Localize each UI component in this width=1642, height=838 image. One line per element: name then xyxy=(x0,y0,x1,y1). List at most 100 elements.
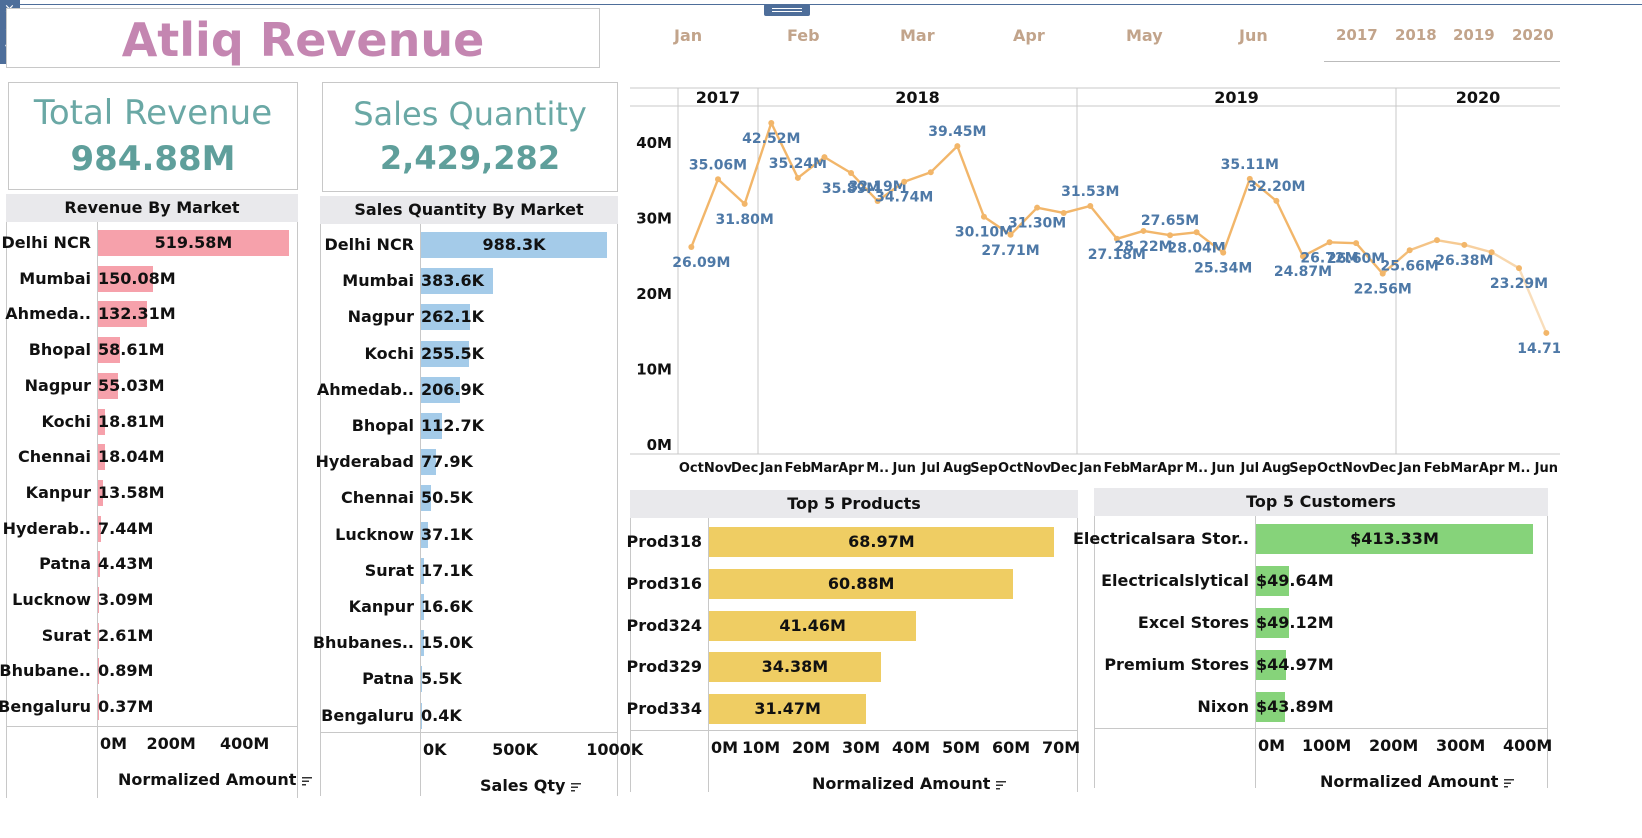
year-filter-item[interactable]: 2017 xyxy=(1336,26,1378,44)
trend-point xyxy=(1273,197,1280,204)
trend-data-label: 22.56M xyxy=(1354,282,1412,298)
product-row-label: Prod329 xyxy=(626,657,702,677)
year-filter-item[interactable]: 2020 xyxy=(1512,26,1554,44)
market-row-value: 4.43M xyxy=(98,554,154,574)
total-revenue-value: 984.88M xyxy=(70,139,236,179)
trend-data-label: 26.60M xyxy=(1327,251,1385,267)
axis-title-text: Sales Qty xyxy=(480,776,566,795)
trend-point xyxy=(794,174,801,181)
trend-line-segment xyxy=(717,178,746,205)
title-box: Atliq Revenue xyxy=(6,8,600,68)
sort-icon[interactable] xyxy=(996,780,1007,790)
axis-tick-label: 200M xyxy=(1369,736,1419,755)
customer-row-label: Excel Stores xyxy=(1137,613,1249,632)
month-filter-item[interactable]: May xyxy=(1126,26,1163,45)
top-handle[interactable] xyxy=(764,4,810,16)
trend-data-label: 30.10M xyxy=(955,225,1013,241)
month-filter-item[interactable]: Apr xyxy=(1013,26,1045,45)
trend-data-label: 27.71M xyxy=(981,243,1039,259)
sort-icon[interactable] xyxy=(302,776,313,786)
trend-point xyxy=(927,169,934,176)
product-row-value: 60.88M xyxy=(827,573,895,593)
trend-data-label: 31.80M xyxy=(716,212,774,228)
x-tick-label: Dec xyxy=(1050,461,1077,476)
axis-tick-label: 50M xyxy=(942,738,981,757)
trend-point xyxy=(1087,202,1094,209)
market-qty-row-label: Lucknow xyxy=(335,524,414,544)
month-filter-item[interactable]: Feb xyxy=(787,26,820,45)
market-row-value: 0.37M xyxy=(98,697,154,717)
trend-data-label: 26.09M xyxy=(672,255,730,271)
customer-row-value: $43.89M xyxy=(1256,697,1334,716)
market-row-value: 7.44M xyxy=(98,518,154,538)
trend-line-segment xyxy=(1036,206,1064,215)
trend-line-segment xyxy=(690,178,720,248)
trend-point xyxy=(1060,209,1067,216)
axis-baseline xyxy=(1094,728,1548,729)
x-tick-label: Jul xyxy=(1240,461,1260,476)
year-header: 2017 xyxy=(696,88,741,107)
trend-point xyxy=(980,213,987,220)
x-tick-label: Jun xyxy=(892,461,916,476)
month-filter-item[interactable]: Jan xyxy=(674,26,702,45)
market-qty-row-label: Mumbai xyxy=(342,271,414,291)
trend-point xyxy=(1488,249,1495,256)
trend-line-segment xyxy=(1089,205,1118,240)
x-tick-label: Dec xyxy=(1369,461,1396,476)
product-row-value: 31.47M xyxy=(754,699,821,719)
axis-title: Normalized Amount xyxy=(1320,772,1515,791)
month-filter[interactable]: Jan Feb Mar Apr May Jun xyxy=(630,22,1310,52)
trend-line-segment xyxy=(1275,200,1305,257)
trend-line-segment xyxy=(1222,178,1251,254)
top-customers-title: Top 5 Customers xyxy=(1094,488,1548,516)
y-tick-label: 10M xyxy=(636,361,672,379)
x-tick-label: Nov xyxy=(1023,461,1052,476)
trend-point xyxy=(821,154,828,161)
trend-line-segment xyxy=(1464,243,1492,254)
qty-by-market-title: Sales Quantity By Market xyxy=(320,196,618,224)
year-filter-item[interactable]: 2019 xyxy=(1453,26,1495,44)
x-tick-label: Oct xyxy=(679,461,704,476)
axis-tick-label: 200M xyxy=(146,734,196,753)
total-revenue-label: Total Revenue xyxy=(33,93,273,133)
trend-point xyxy=(1034,204,1041,211)
trend-point xyxy=(768,119,775,126)
x-tick-label: Jan xyxy=(759,461,783,476)
page-title: Atliq Revenue xyxy=(121,13,485,67)
trend-line-segment xyxy=(1143,229,1171,237)
x-tick-label: Nov xyxy=(1342,461,1371,476)
top-products-panel: Top 5 Products Prod318 68.97M Prod316 60.88… xyxy=(626,490,1080,793)
year-filter-item[interactable]: 2018 xyxy=(1395,26,1437,44)
market-row-label: Bhopal xyxy=(28,340,91,360)
market-row-label: Delhi NCR xyxy=(1,233,91,252)
axis-tick-label: 300M xyxy=(1436,736,1486,755)
year-header: 2020 xyxy=(1456,88,1501,107)
month-filter-item[interactable]: Jun xyxy=(1239,26,1268,45)
x-tick-label: Mar xyxy=(1129,461,1158,476)
trend-point xyxy=(1516,265,1522,272)
x-tick-label: Dec xyxy=(731,461,758,476)
x-tick-label: Feb xyxy=(1104,461,1130,476)
axis-tick-label: 400M xyxy=(220,734,270,753)
panel-border xyxy=(1094,516,1095,788)
axis-tick-label: 500K xyxy=(492,740,538,759)
axis-title: Normalized Amount xyxy=(118,770,313,789)
trend-data-label: 34.74M xyxy=(875,190,933,206)
sort-icon[interactable] xyxy=(1504,778,1515,788)
axis-tick-label: 30M xyxy=(842,738,881,757)
year-filter[interactable]: 2017 2018 2019 2020 xyxy=(1324,22,1560,62)
trend-point xyxy=(1434,237,1440,244)
market-row-label: Mumbai xyxy=(19,268,91,288)
y-tick-label: 30M xyxy=(636,210,672,228)
product-row-label: Prod318 xyxy=(626,532,702,551)
trend-point xyxy=(1220,249,1227,256)
revenue-by-market-panel: Revenue By Market Delhi NCR 519.58M Mumbai… xyxy=(0,194,313,798)
customer-row-label: Electricalslytical xyxy=(1101,571,1249,590)
sort-icon[interactable] xyxy=(571,782,582,792)
axis-tick-label: 100M xyxy=(1302,736,1352,755)
month-filter-item[interactable]: Mar xyxy=(900,26,935,45)
customer-row-label: Nixon xyxy=(1197,697,1249,716)
trend-point xyxy=(1193,229,1200,236)
market-row-value: 3.09M xyxy=(98,590,154,609)
product-row-value: 34.38M xyxy=(761,657,829,677)
